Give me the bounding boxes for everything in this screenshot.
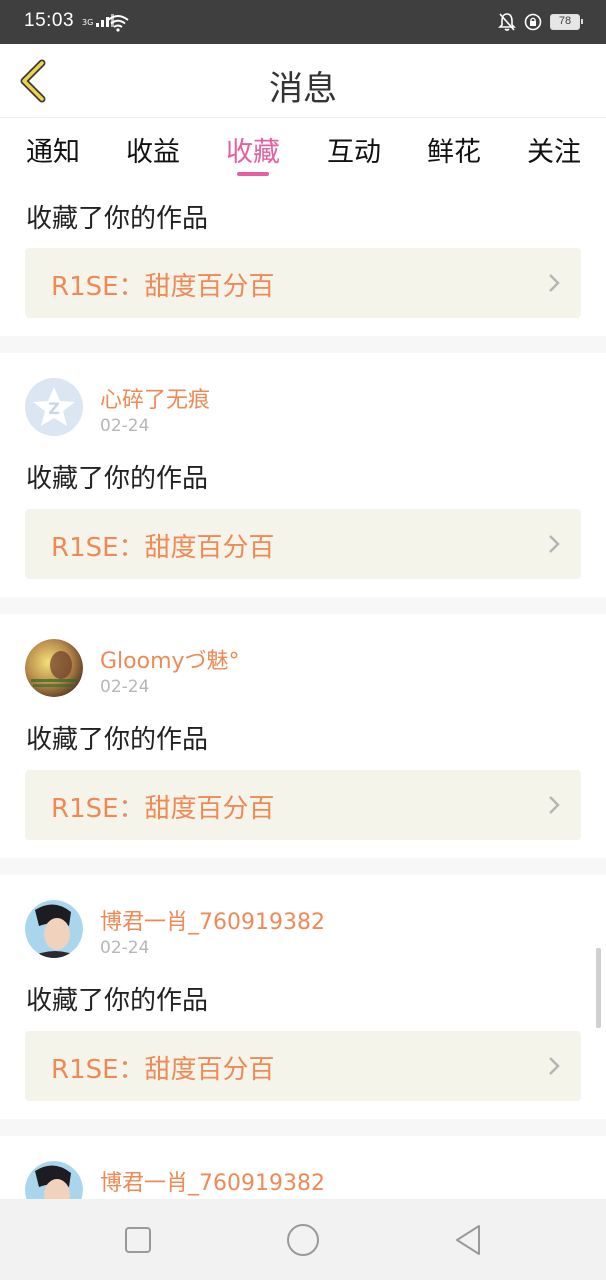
- photo-avatar-icon: [25, 900, 83, 958]
- scrollbar[interactable]: [596, 948, 601, 1028]
- chevron-right-icon: [549, 796, 560, 814]
- message-card: 博君一肖_760919382: [0, 1136, 606, 1199]
- system-nav-bar: [0, 1199, 606, 1280]
- lock-icon: [524, 13, 542, 31]
- work-link[interactable]: R1SE：甜度百分百: [25, 509, 581, 579]
- chevron-right-icon: [549, 535, 560, 553]
- tab-favorites[interactable]: 收藏: [213, 130, 293, 169]
- wifi-icon: [107, 15, 129, 32]
- home-circle-icon[interactable]: [284, 1221, 322, 1259]
- action-text: 收藏了你的作品: [26, 204, 209, 234]
- message-feed[interactable]: 收藏了你的作品 R1SE：甜度百分百 Z 心碎了无痕 02-24 收藏了你的作品…: [0, 180, 606, 1199]
- user-avatar[interactable]: [25, 1161, 83, 1199]
- username[interactable]: 博君一肖_760919382: [100, 1165, 325, 1197]
- back-triangle-icon[interactable]: [450, 1221, 488, 1259]
- username[interactable]: 心碎了无痕: [100, 382, 210, 414]
- work-link[interactable]: R1SE：甜度百分百: [25, 770, 581, 840]
- message-card: Gloomyづ魅° 02-24 收藏了你的作品 R1SE：甜度百分百: [0, 614, 606, 858]
- chevron-right-icon: [549, 274, 560, 292]
- work-link[interactable]: R1SE：甜度百分百: [25, 248, 581, 318]
- status-bar: 15:03 3G 78: [0, 0, 606, 44]
- action-text: 收藏了你的作品: [26, 464, 209, 494]
- message-card: 博君一肖_760919382 02-24 收藏了你的作品 R1SE：甜度百分百: [0, 875, 606, 1119]
- recents-square-icon[interactable]: [119, 1221, 157, 1259]
- work-title: R1SE：甜度百分百: [51, 1055, 275, 1085]
- message-date: 02-24: [100, 938, 150, 958]
- message-date: 02-24: [100, 677, 150, 697]
- mute-bell-icon: [498, 13, 516, 31]
- username[interactable]: Gloomyづ魅°: [100, 643, 240, 675]
- battery-icon: 78: [550, 14, 583, 30]
- action-text: 收藏了你的作品: [26, 725, 209, 755]
- tab-notifications[interactable]: 通知: [13, 130, 93, 169]
- work-title: R1SE：甜度百分百: [51, 272, 275, 302]
- message-card: Z 心碎了无痕 02-24 收藏了你的作品 R1SE：甜度百分百: [0, 353, 606, 597]
- user-avatar[interactable]: [25, 900, 83, 958]
- work-title: R1SE：甜度百分百: [51, 794, 275, 824]
- work-title: R1SE：甜度百分百: [51, 533, 275, 563]
- chevron-right-icon: [549, 1057, 560, 1075]
- default-star-avatar-icon: Z: [25, 378, 83, 436]
- active-tab-indicator: [237, 172, 269, 176]
- tab-follow[interactable]: 关注: [514, 130, 594, 169]
- tab-flowers[interactable]: 鲜花: [414, 130, 494, 169]
- user-avatar[interactable]: [25, 639, 83, 697]
- network-type: 3G: [82, 18, 94, 27]
- message-card: 收藏了你的作品 R1SE：甜度百分百: [0, 180, 606, 336]
- title-bar: 消息: [0, 44, 606, 118]
- photo-avatar-icon: [25, 639, 83, 697]
- user-avatar[interactable]: Z: [25, 378, 83, 436]
- status-time: 15:03: [24, 10, 75, 31]
- message-date: 02-24: [100, 416, 150, 436]
- page-title: 消息: [269, 69, 337, 109]
- username[interactable]: 博君一肖_760919382: [100, 904, 325, 936]
- action-text: 收藏了你的作品: [26, 986, 209, 1016]
- tab-bar: 通知 收益 收藏 互动 鲜花 关注: [0, 118, 606, 180]
- svg-text:Z: Z: [48, 399, 60, 418]
- photo-avatar-icon: [25, 1161, 83, 1199]
- tab-interactions[interactable]: 互动: [314, 130, 394, 169]
- work-link[interactable]: R1SE：甜度百分百: [25, 1031, 581, 1101]
- tab-earnings[interactable]: 收益: [113, 130, 193, 169]
